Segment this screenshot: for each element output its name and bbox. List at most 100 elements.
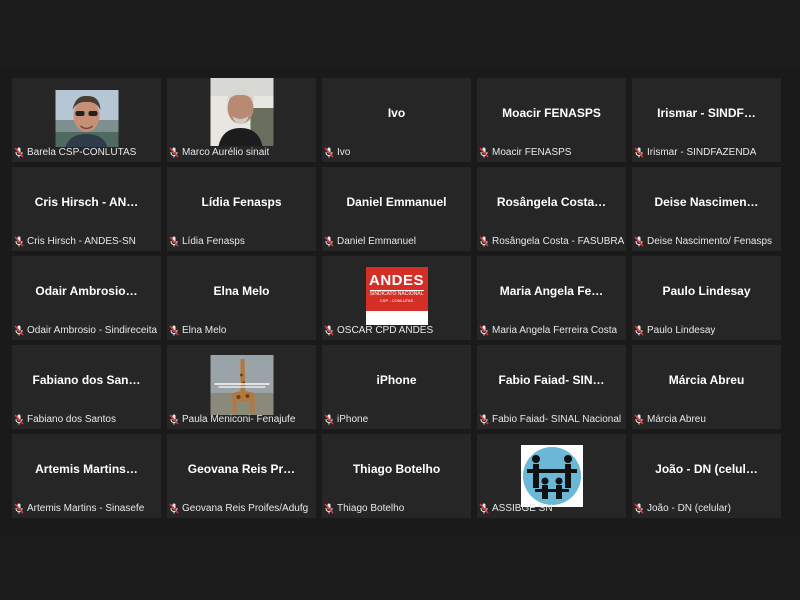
participant-name-tag: Maria Angela Ferreira Costa bbox=[479, 323, 624, 337]
participant-name-tag: Artemis Martins - Sinasefe bbox=[14, 501, 159, 515]
participant-display-name: Márcia Abreu bbox=[668, 373, 745, 387]
participant-display-name: Geovana Reis Pr… bbox=[187, 462, 296, 476]
participant-name-tag: Fabio Faiad- SINAL Nacional bbox=[479, 412, 624, 426]
participant-tile[interactable]: Márcia Abreu Márcia Abreu bbox=[632, 345, 781, 429]
muted-mic-icon bbox=[479, 502, 489, 514]
participant-name-tag: Paulo Lindesay bbox=[634, 323, 779, 337]
participant-tile[interactable]: iPhone iPhone bbox=[322, 345, 471, 429]
muted-mic-icon bbox=[324, 502, 334, 514]
muted-mic-icon bbox=[14, 324, 24, 336]
participant-tile[interactable]: Odair Ambrosio… Odair Ambrosio - Sindirec… bbox=[12, 256, 161, 340]
participant-name-tag: Lídia Fenasps bbox=[169, 234, 314, 248]
participant-tile[interactable]: Fabio Faiad- SIN… Fabio Faiad- SINAL Naci… bbox=[477, 345, 626, 429]
top-toolbar-area bbox=[0, 0, 800, 66]
participant-video-photo bbox=[210, 355, 273, 415]
participant-tile[interactable]: Paulo Lindesay Paulo Lindesay bbox=[632, 256, 781, 340]
andes-logo-tagline: CSP - CONLUTAS bbox=[379, 298, 414, 303]
participant-name-tag: João - DN (celular) bbox=[634, 501, 779, 515]
participant-name-tag: Irismar - SINDFAZENDA bbox=[634, 145, 779, 159]
participant-display-name: Artemis Martins… bbox=[35, 462, 138, 476]
participant-tile[interactable]: Irismar - SINDF… Irismar - SINDFAZENDA bbox=[632, 78, 781, 162]
participant-label: Paulo Lindesay bbox=[647, 324, 716, 336]
muted-mic-icon bbox=[169, 235, 179, 247]
participant-display-name: Cris Hirsch - AN… bbox=[34, 195, 139, 209]
participant-label: Barela CSP-CONLUTAS bbox=[27, 146, 137, 158]
participant-tile[interactable]: Cris Hirsch - AN… Cris Hirsch - ANDES-SN bbox=[12, 167, 161, 251]
participant-display-name: Elna Melo bbox=[213, 284, 270, 298]
participant-display-name: Fabiano dos San… bbox=[32, 373, 141, 387]
participant-video-photo bbox=[55, 90, 118, 147]
andes-logo-title: ANDES bbox=[368, 272, 424, 289]
participant-label: Irismar - SINDFAZENDA bbox=[647, 146, 757, 158]
participant-tile[interactable]: Artemis Martins… Artemis Martins - Sinase… bbox=[12, 434, 161, 518]
muted-mic-icon bbox=[634, 146, 644, 158]
participant-label: ASSIBGE SN bbox=[492, 502, 553, 514]
participant-name-tag: Thiago Botelho bbox=[324, 501, 469, 515]
muted-mic-icon bbox=[479, 235, 489, 247]
participant-tile[interactable]: Ivo Ivo bbox=[322, 78, 471, 162]
muted-mic-icon bbox=[14, 235, 24, 247]
participant-name-tag: Rosângela Costa - FASUBRA bbox=[479, 234, 624, 248]
muted-mic-icon bbox=[634, 413, 644, 425]
participant-display-name: Deise Nascimen… bbox=[654, 195, 759, 209]
muted-mic-icon bbox=[14, 502, 24, 514]
participant-tile[interactable]: Marco Aurélio sinait bbox=[167, 78, 316, 162]
participant-tile[interactable]: Barela CSP-CONLUTAS bbox=[12, 78, 161, 162]
assibge-logo bbox=[520, 445, 583, 507]
participant-display-name: Rosângela Costa… bbox=[496, 195, 607, 209]
muted-mic-icon bbox=[324, 146, 334, 158]
participant-label: Ivo bbox=[337, 146, 351, 158]
andes-logo: ANDES SINDICATO NACIONAL CSP - CONLUTAS bbox=[365, 267, 428, 325]
participant-name-tag: Daniel Emmanuel bbox=[324, 234, 469, 248]
participant-display-name: Maria Angela Fe… bbox=[499, 284, 604, 298]
participant-tile[interactable]: Fabiano dos San… Fabiano dos Santos bbox=[12, 345, 161, 429]
participant-tile[interactable]: Geovana Reis Pr… Geovana Reis Proifes/Adu… bbox=[167, 434, 316, 518]
andes-logo-subtitle: SINDICATO NACIONAL bbox=[369, 290, 424, 297]
participant-tile[interactable]: Moacir FENASPS Moacir FENASPS bbox=[477, 78, 626, 162]
participant-tile[interactable]: Maria Angela Fe… Maria Angela Ferreira Co… bbox=[477, 256, 626, 340]
muted-mic-icon bbox=[324, 324, 334, 336]
participant-label: Lídia Fenasps bbox=[182, 235, 245, 247]
participant-tile[interactable]: Daniel Emmanuel Daniel Emmanuel bbox=[322, 167, 471, 251]
participant-label: Cris Hirsch - ANDES-SN bbox=[27, 235, 136, 247]
participant-tile[interactable]: Elna Melo Elna Melo bbox=[167, 256, 316, 340]
participant-name-tag: Marco Aurélio sinait bbox=[169, 145, 314, 159]
participant-tile[interactable]: Paula Meniconi- Fenajufe bbox=[167, 345, 316, 429]
participant-label: Maria Angela Ferreira Costa bbox=[492, 324, 618, 336]
muted-mic-icon bbox=[169, 502, 179, 514]
muted-mic-icon bbox=[14, 146, 24, 158]
participant-tile[interactable]: Thiago Botelho Thiago Botelho bbox=[322, 434, 471, 518]
participant-label: Paula Meniconi- Fenajufe bbox=[182, 413, 296, 425]
participant-label: Elna Melo bbox=[182, 324, 227, 336]
muted-mic-icon bbox=[324, 235, 334, 247]
participant-name-tag: Elna Melo bbox=[169, 323, 314, 337]
participant-tile[interactable]: Rosângela Costa… Rosângela Costa - FASUBR… bbox=[477, 167, 626, 251]
participant-display-name: Irismar - SINDF… bbox=[657, 106, 756, 120]
participant-tile[interactable]: João - DN (celul… João - DN (celular) bbox=[632, 434, 781, 518]
participant-tile[interactable]: Deise Nascimen… Deise Nascimento/ Fenasps bbox=[632, 167, 781, 251]
participant-display-name: Ivo bbox=[387, 106, 406, 120]
participant-tile[interactable]: ANDES SINDICATO NACIONAL CSP - CONLUTAS OSC… bbox=[322, 256, 471, 340]
participant-name-tag: ASSIBGE SN bbox=[479, 501, 624, 515]
muted-mic-icon bbox=[479, 146, 489, 158]
participant-label: Márcia Abreu bbox=[647, 413, 706, 425]
participant-display-name: Thiago Botelho bbox=[352, 462, 441, 476]
participant-label: Moacir FENASPS bbox=[492, 146, 572, 158]
muted-mic-icon bbox=[169, 413, 179, 425]
participant-display-name: Lídia Fenasps bbox=[201, 195, 282, 209]
participant-name-tag: iPhone bbox=[324, 412, 469, 426]
participant-tile[interactable]: Lídia Fenasps Lídia Fenasps bbox=[167, 167, 316, 251]
participant-name-tag: Odair Ambrosio - Sindireceita bbox=[14, 323, 159, 337]
participant-name-tag: Geovana Reis Proifes/Adufg bbox=[169, 501, 314, 515]
gallery-view-grid: Barela CSP-CONLUTAS Marco Aurélio sinait I… bbox=[12, 78, 781, 518]
participant-label: Fabio Faiad- SINAL Nacional bbox=[492, 413, 622, 425]
participant-name-tag: Ivo bbox=[324, 145, 469, 159]
participant-tile[interactable]: ASSIBGE SN bbox=[477, 434, 626, 518]
participant-display-name: João - DN (celul… bbox=[655, 462, 758, 476]
participant-display-name: Daniel Emmanuel bbox=[346, 195, 447, 209]
participant-name-tag: Márcia Abreu bbox=[634, 412, 779, 426]
participant-label: Daniel Emmanuel bbox=[337, 235, 416, 247]
participant-name-tag: Moacir FENASPS bbox=[479, 145, 624, 159]
muted-mic-icon bbox=[14, 413, 24, 425]
muted-mic-icon bbox=[634, 502, 644, 514]
